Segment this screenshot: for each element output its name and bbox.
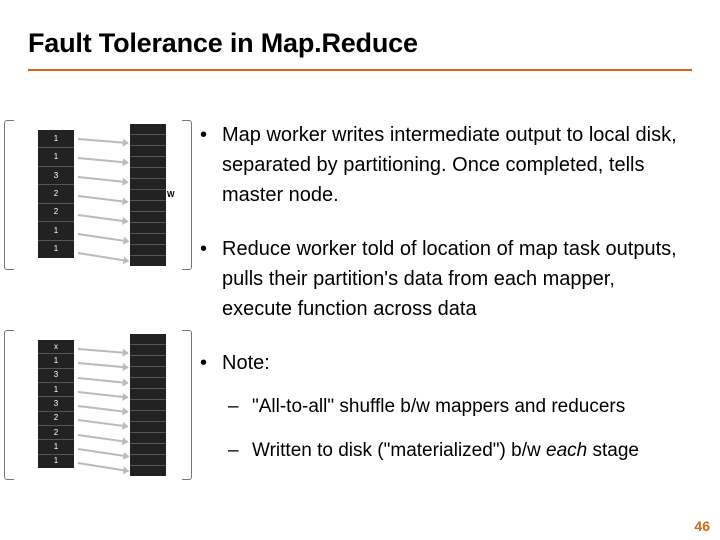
cell <box>130 223 166 234</box>
slide-title: Fault Tolerance in Map.Reduce <box>28 28 692 59</box>
subbullet-marker: – <box>228 392 252 422</box>
cell: 1 <box>38 383 74 397</box>
cell <box>130 367 166 378</box>
diagram: 1132211 W x13132211 <box>4 120 192 520</box>
arrow <box>78 405 128 412</box>
arrow <box>78 214 128 222</box>
arrow <box>78 252 128 261</box>
arrows-bottom <box>78 340 128 470</box>
bullet-3: • Note: <box>200 348 690 378</box>
cell <box>130 135 166 146</box>
cell <box>130 190 166 201</box>
arrow <box>78 195 128 202</box>
subbullet-1: – "All-to-all" shuffle b/w mappers and r… <box>228 392 690 422</box>
cell: 1 <box>38 440 74 454</box>
worker-label: W <box>167 190 175 199</box>
cell <box>130 400 166 411</box>
arrow <box>78 434 128 442</box>
slide: Fault Tolerance in Map.Reduce 1132211 W … <box>0 0 720 540</box>
bracket-left <box>4 330 14 480</box>
body: • Map worker writes intermediate output … <box>200 120 690 467</box>
bullet-1: • Map worker writes intermediate output … <box>200 120 690 210</box>
cell <box>130 334 166 345</box>
bullet-text: Reduce worker told of location of map ta… <box>222 234 690 324</box>
bullet-text: Map worker writes intermediate output to… <box>222 120 690 210</box>
arrow <box>78 176 128 183</box>
diagram-group-top: 1132211 W <box>4 120 192 270</box>
bullet-marker: • <box>200 120 222 210</box>
cell <box>130 212 166 223</box>
bracket-right <box>182 330 192 480</box>
cell: 2 <box>38 185 74 203</box>
cell: 1 <box>38 455 74 468</box>
cell: 2 <box>38 426 74 440</box>
cell: 1 <box>38 222 74 240</box>
cell <box>130 466 166 476</box>
arrow <box>78 362 128 368</box>
cell: 3 <box>38 397 74 411</box>
arrow <box>78 391 128 398</box>
bullet-2: • Reduce worker told of location of map … <box>200 234 690 324</box>
cell <box>130 444 166 455</box>
cell <box>130 168 166 179</box>
subbullet-text-main: Written to disk ("materialized") b/w <box>252 440 546 461</box>
arrow <box>78 377 128 383</box>
cell: 1 <box>38 130 74 148</box>
arrow <box>78 348 128 353</box>
cell <box>130 345 166 356</box>
cell <box>130 422 166 433</box>
column-output-bottom <box>130 334 166 476</box>
cell <box>130 256 166 266</box>
cell <box>130 356 166 367</box>
column-input-top: 1132211 <box>38 130 74 258</box>
cell <box>130 124 166 135</box>
subbullet-2: – Written to disk ("materialized") b/w e… <box>228 436 690 466</box>
subbullet-marker: – <box>228 436 252 466</box>
cell <box>130 455 166 466</box>
cell: 2 <box>38 204 74 222</box>
cell <box>130 378 166 389</box>
arrow <box>78 448 128 457</box>
bullet-text: Note: <box>222 348 690 378</box>
cell <box>130 433 166 444</box>
cell <box>130 245 166 256</box>
cell <box>130 201 166 212</box>
arrow <box>78 157 128 163</box>
subbullet-text-em: each <box>546 440 587 461</box>
column-input-bottom: x13132211 <box>38 340 74 468</box>
subbullet-text-tail: stage <box>587 440 639 461</box>
cell: 3 <box>38 167 74 185</box>
cell: 1 <box>38 354 74 368</box>
diagram-group-bottom: x13132211 <box>4 330 192 480</box>
cell: 1 <box>38 241 74 258</box>
cell: 1 <box>38 148 74 166</box>
subbullet-text: Written to disk ("materialized") b/w eac… <box>252 436 690 466</box>
cell <box>130 179 166 190</box>
cell <box>130 146 166 157</box>
arrow <box>78 419 128 427</box>
title-rule <box>28 69 692 71</box>
arrows-top <box>78 130 128 260</box>
cell: 3 <box>38 369 74 383</box>
arrow <box>78 233 128 242</box>
arrow <box>78 138 128 143</box>
bullet-marker: • <box>200 348 222 378</box>
column-output-top <box>130 124 166 266</box>
cell: x <box>38 340 74 354</box>
cell <box>130 389 166 400</box>
cell: 2 <box>38 412 74 426</box>
cell <box>130 234 166 245</box>
subbullet-text: "All-to-all" shuffle b/w mappers and red… <box>252 392 690 422</box>
bullet-marker: • <box>200 234 222 324</box>
bracket-right <box>182 120 192 270</box>
bracket-left <box>4 120 14 270</box>
cell <box>130 157 166 168</box>
page-number: 46 <box>694 518 710 534</box>
arrow <box>78 462 128 471</box>
cell <box>130 411 166 422</box>
